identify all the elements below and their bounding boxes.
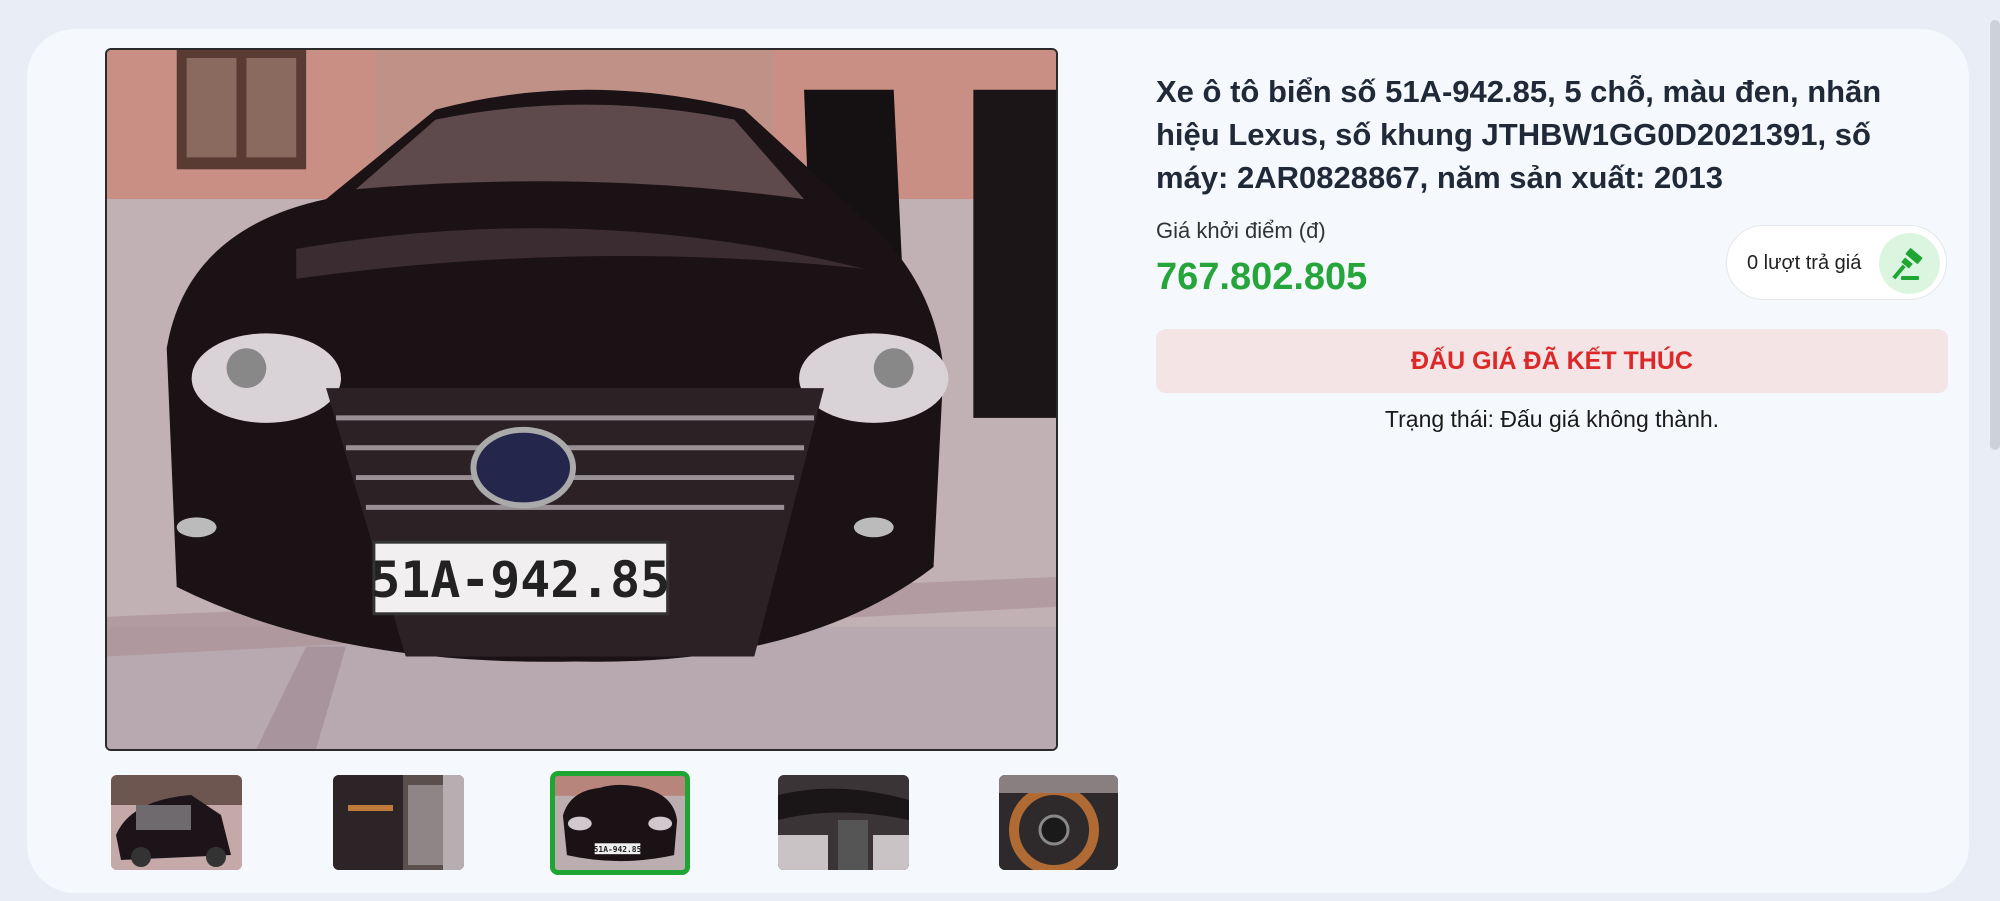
license-plate-text: 51A-942.85 [370,551,670,609]
starting-price-value: 767.802.805 [1156,256,1368,298]
starting-price-label: Giá khởi điểm (đ) [1156,218,1326,243]
gavel-icon [1879,233,1940,294]
thumbnail-plate-text: 51A-942.85 [594,845,642,854]
bid-count-pill[interactable]: 0 lượt trả giá [1726,225,1947,300]
thumbnail-door-interior[interactable] [333,775,464,870]
thumbnail-front-view[interactable]: 51A-942.85 [550,771,690,875]
thumbnail-steering-wheel[interactable] [999,775,1118,870]
bid-count-text: 0 lượt trả giá [1747,252,1862,274]
thumbnail-dashboard[interactable] [778,775,909,870]
auction-ended-banner: ĐẤU GIÁ ĐÃ KẾT THÚC [1156,329,1948,393]
scrollbar-thumb[interactable] [1990,20,2000,450]
auction-status-text: Trạng thái: Đấu giá không thành. [1384,406,1720,432]
main-car-photo[interactable]: 51A-942.85 [105,48,1058,751]
thumbnail-engine-bay[interactable] [111,775,242,870]
listing-title: Xe ô tô biển số 51A-942.85, 5 chỗ, màu đ… [1156,74,1882,195]
